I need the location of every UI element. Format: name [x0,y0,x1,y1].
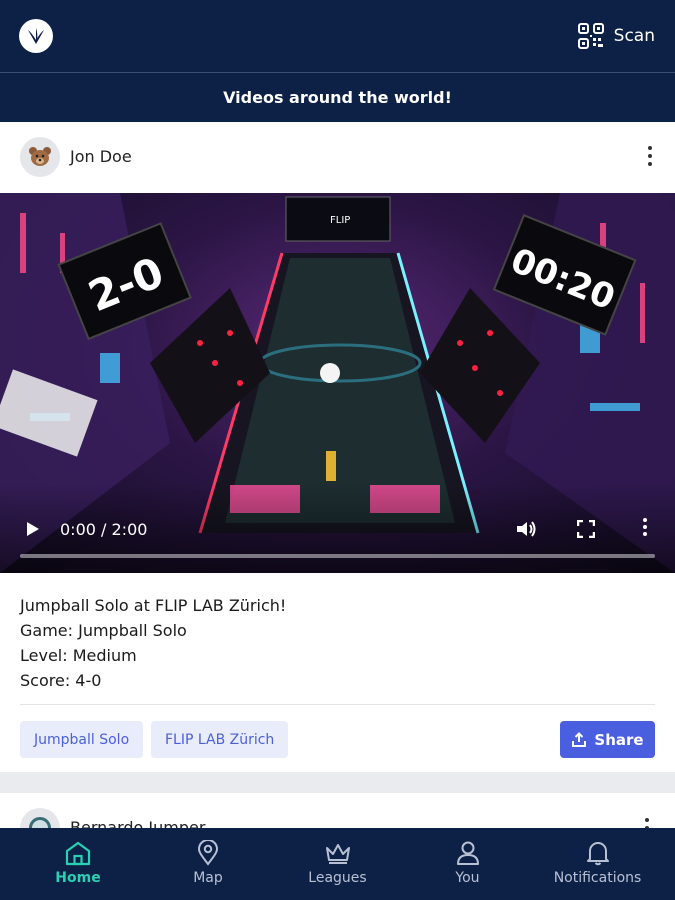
svg-text:FLIP: FLIP [330,215,350,226]
app-logo[interactable] [19,19,53,53]
video-progress-bar[interactable] [20,554,655,558]
video-time: 0:00 / 2:00 [60,520,148,539]
nav-you[interactable]: You [415,828,520,900]
share-button[interactable]: Share [560,721,655,758]
bell-icon [586,842,609,866]
nav-notifications[interactable]: Notifications [520,828,675,900]
nav-label: You [455,870,480,886]
fullscreen-icon[interactable] [577,520,595,538]
nav-home[interactable]: Home [0,828,156,900]
map-pin-icon [197,840,219,866]
post-card: Jon Doe FLIP 2-0 00:20 0:00 / 2:00 Jumpb… [0,122,675,772]
post-body: Jumpball Solo at FLIP LAB Zürich! Game: … [20,593,286,693]
share-icon [572,731,587,747]
nav-label: Map [193,870,223,886]
post-card-next: Bernardo Jumper [0,793,675,833]
scan-label: Scan [613,26,655,46]
play-icon[interactable] [22,519,42,539]
post-game: Game: Jumpball Solo [20,621,187,640]
feed-banner: Videos around the world! [0,72,675,122]
nav-label: Notifications [553,870,642,886]
tag-chip-game[interactable]: Jumpball Solo [20,721,144,758]
avatar[interactable] [20,137,60,177]
video-player[interactable]: FLIP 2-0 00:20 0:00 / 2:00 [0,193,675,573]
nav-leagues[interactable]: Leagues [260,828,415,900]
logo-icon [28,28,44,44]
post-options-icon[interactable] [645,146,655,168]
post-author[interactable]: Jon Doe [70,147,132,166]
banner-title: Videos around the world! [223,88,452,107]
bear-avatar-icon [29,147,51,166]
nav-label: Leagues [308,870,367,886]
volume-icon[interactable] [515,519,537,539]
post-score: Score: 4-0 [20,671,102,690]
post-level: Level: Medium [20,646,137,665]
user-icon [456,841,479,865]
nav-map[interactable]: Map [156,828,260,900]
divider [20,704,655,705]
video-controls: 0:00 / 2:00 [0,483,675,573]
nav-label: Home [55,870,101,886]
share-label: Share [594,730,644,749]
top-bar: Scan [0,0,675,72]
post-header: Jon Doe [0,122,675,193]
home-icon [65,841,91,866]
post-title: Jumpball Solo at FLIP LAB Zürich! [20,596,287,615]
crown-icon [325,844,350,864]
video-more-icon[interactable] [641,518,649,540]
qr-code-icon [577,23,604,49]
tag-chip-location[interactable]: FLIP LAB Zürich [151,721,289,758]
bottom-nav: Home Map Leagues You Notifications [0,828,675,900]
scan-button[interactable]: Scan [576,20,655,52]
